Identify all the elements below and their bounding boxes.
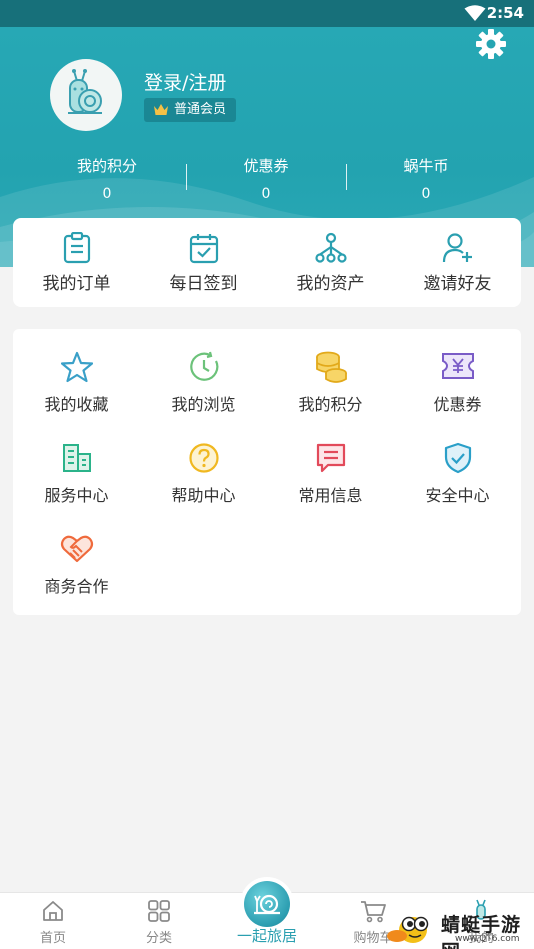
tab-home[interactable]: 首页: [0, 893, 106, 949]
dragonfly-logo-icon: [387, 916, 429, 943]
settings-gear-icon[interactable]: [474, 27, 508, 61]
my-orders-button[interactable]: 我的订单: [13, 218, 140, 307]
message-icon: [316, 443, 345, 473]
login-register-link[interactable]: 登录/注册: [144, 68, 226, 95]
crown-icon: [154, 104, 168, 115]
handshake-icon: [60, 535, 93, 563]
coupons-label: 优惠券: [433, 395, 482, 414]
business-cooperation-button[interactable]: 商务合作: [13, 533, 140, 613]
member-level-text: 普通会员: [174, 102, 227, 117]
calendar-check-icon: [189, 234, 218, 264]
home-icon: [43, 901, 63, 921]
help-icon: [188, 443, 219, 473]
my-assets-button[interactable]: 我的资产: [267, 218, 394, 307]
snail-avatar-icon: [68, 69, 102, 114]
stat-points[interactable]: 我的积分 0: [22, 155, 192, 202]
order-list-icon: [63, 232, 90, 264]
my-orders-label: 我的订单: [42, 274, 111, 294]
tab-category[interactable]: 分类: [106, 893, 212, 949]
stat-coupons[interactable]: 优惠券 0: [181, 155, 351, 202]
my-points-label: 我的积分: [298, 395, 363, 414]
stat-coupons-label: 优惠券: [243, 157, 289, 175]
services-card: 我的收藏 我的浏览 我的积分 优惠券 服务中心 帮助中心 常用信息 安全中心 商…: [13, 329, 521, 615]
stat-points-label: 我的积分: [76, 157, 137, 175]
help-center-button[interactable]: 帮助中心: [140, 442, 267, 522]
invite-friends-label: 邀请好友: [423, 274, 492, 294]
stat-snail-coins-label: 蜗牛币: [403, 157, 449, 175]
grid-icon: [148, 900, 170, 922]
wifi-icon: [464, 5, 486, 21]
clock-icon: [189, 351, 218, 381]
coupons-button[interactable]: 优惠券: [394, 351, 521, 431]
cart-icon: [361, 901, 386, 923]
coupon-icon: [441, 353, 474, 379]
building-icon: [62, 444, 91, 472]
status-bar: 2:54: [0, 0, 534, 27]
add-user-icon: [442, 233, 472, 263]
daily-checkin-button[interactable]: 每日签到: [140, 218, 267, 307]
browse-history-label: 我的浏览: [171, 395, 236, 414]
tab-travel-label: 一起旅居: [236, 927, 297, 945]
browse-history-button[interactable]: 我的浏览: [140, 351, 267, 431]
member-level-badge: 普通会员: [144, 98, 237, 122]
my-favorites-button[interactable]: 我的收藏: [13, 351, 140, 431]
stat-snail-coins-value: 0: [421, 186, 431, 202]
my-favorites-label: 我的收藏: [44, 395, 109, 414]
asset-tree-icon: [314, 232, 347, 263]
security-center-button[interactable]: 安全中心: [394, 442, 521, 522]
stat-coupons-value: 0: [261, 186, 271, 202]
site-watermark: 蜻蜓手游网 www.QT6.com: [385, 908, 534, 949]
star-icon: [60, 351, 93, 383]
security-center-label: 安全中心: [425, 486, 490, 505]
clock-time: 2:54: [486, 4, 524, 22]
tab-category-label: 分类: [145, 931, 172, 946]
my-points-button[interactable]: 我的积分: [267, 351, 394, 431]
tab-travel[interactable]: 一起旅居: [214, 893, 320, 949]
tab-home-label: 首页: [39, 931, 66, 946]
my-assets-label: 我的资产: [296, 274, 365, 294]
quick-actions-card: 我的订单 每日签到 我的资产 邀请好友: [13, 218, 521, 307]
watermark-url: www.QT6.com: [455, 934, 520, 944]
stat-snail-coins[interactable]: 蜗牛币 0: [341, 155, 511, 202]
common-info-button[interactable]: 常用信息: [267, 442, 394, 522]
avatar[interactable]: [50, 59, 122, 131]
business-cooperation-label: 商务合作: [44, 577, 109, 596]
common-info-label: 常用信息: [298, 486, 363, 505]
invite-friends-button[interactable]: 邀请好友: [394, 218, 521, 307]
service-center-label: 服务中心: [44, 486, 109, 505]
help-center-label: 帮助中心: [171, 486, 236, 505]
daily-checkin-label: 每日签到: [169, 274, 238, 294]
coins-icon: [315, 351, 347, 383]
shield-check-icon: [444, 442, 471, 474]
service-center-button[interactable]: 服务中心: [13, 442, 140, 522]
stat-points-value: 0: [102, 186, 112, 202]
